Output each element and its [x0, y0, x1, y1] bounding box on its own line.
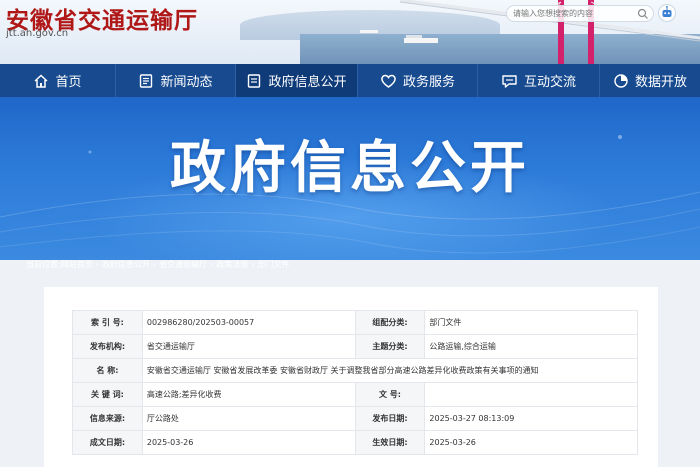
table-row: 信息来源: 厅公路处 发布日期: 2025-03-27 08:13:09 [72, 406, 638, 431]
label-index-no: 索 引 号: [72, 310, 143, 335]
nav-label: 政府信息公开 [268, 75, 347, 90]
table-row: 索 引 号: 002986280/202503-00057 组配分类: 部门文件 [72, 310, 638, 335]
breadcrumb-link-policy[interactable]: 政策法规 [216, 259, 248, 270]
main-nav: 首页 新闻动态 政府信息公开 政务服务 互动交流 数据开放 [0, 64, 700, 97]
value-publisher: 省交通运输厅 [141, 334, 356, 359]
breadcrumb-separator: › [152, 260, 157, 269]
chat-icon [502, 74, 517, 88]
value-topic: 公路运输,综合运输 [424, 334, 638, 359]
home-icon [34, 73, 48, 88]
table-row: 成文日期: 2025-03-26 生效日期: 2025-03-26 [72, 430, 638, 455]
label-source: 信息来源: [72, 406, 143, 431]
value-effective-date: 2025-03-26 [424, 430, 638, 455]
label-publish-date: 发布日期: [354, 406, 426, 431]
nav-label: 首页 [55, 75, 82, 90]
label-category: 组配分类: [354, 310, 426, 335]
chart-icon [614, 73, 628, 88]
nav-item-gov-services[interactable]: 政务服务 [358, 64, 478, 97]
table-row: 发布机构: 省交通运输厅 主题分类: 公路运输,综合运输 [72, 334, 638, 359]
breadcrumb-link-dept-docs[interactable]: 部门文件 [258, 259, 290, 270]
nav-label: 新闻动态 [160, 75, 213, 90]
nav-item-home[interactable]: 首页 [0, 64, 116, 97]
value-keywords: 高速公路;差异化收费 [141, 382, 356, 407]
label-keywords: 关 键 词: [72, 382, 143, 407]
site-header: 安徽省交通运输厅 jtt.ah.gov.cn [0, 0, 700, 64]
content-card: 索 引 号: 002986280/202503-00057 组配分类: 部门文件… [44, 287, 658, 467]
label-name: 名 称: [72, 358, 143, 383]
label-written-date: 成文日期: [72, 430, 143, 455]
breadcrumb-separator: › [210, 260, 214, 269]
search-input[interactable] [513, 7, 631, 20]
document-info-table: 索 引 号: 002986280/202503-00057 组配分类: 部门文件… [72, 310, 639, 455]
nav-item-news[interactable]: 新闻动态 [116, 64, 236, 97]
page-banner: 政府信息公开 [0, 97, 700, 260]
value-doc-number [424, 382, 638, 407]
label-doc-number: 文 号: [354, 382, 426, 407]
label-publisher: 发布机构: [72, 334, 143, 359]
breadcrumb-link-home[interactable]: 网站首页 [61, 259, 93, 270]
value-written-date: 2025-03-26 [141, 430, 356, 455]
value-index-no: 002986280/202503-00057 [141, 310, 356, 335]
nav-label: 互动交流 [523, 75, 576, 90]
breadcrumb-separator: › [251, 260, 255, 269]
value-category: 部门文件 [424, 310, 638, 335]
value-source: 厅公路处 [141, 406, 356, 431]
breadcrumb-separator: › [95, 260, 99, 269]
nav-label: 数据开放 [634, 75, 687, 90]
heart-icon [381, 74, 396, 88]
breadcrumb-link-department[interactable]: 省交通运输厅 [159, 259, 207, 270]
robot-assistant-icon[interactable] [658, 4, 676, 22]
banner-title: 政府信息公开 [170, 136, 530, 201]
nav-item-open-data[interactable]: 数据开放 [600, 64, 700, 97]
news-icon [140, 73, 153, 88]
nav-item-interaction[interactable]: 互动交流 [478, 64, 600, 97]
search-box[interactable] [506, 5, 654, 22]
nav-label: 政务服务 [402, 75, 455, 90]
nav-item-gov-info[interactable]: 政府信息公开 [236, 64, 358, 97]
value-name: 安徽省交通运输厅 安徽省发展改革委 安徽省财政厅 关于调整我省部分高速公路差异化… [141, 358, 639, 383]
breadcrumb-link-gov-info[interactable]: 政府信息公开 [102, 259, 150, 270]
breadcrumb-prefix: 当前位置: [26, 260, 61, 269]
label-topic: 主题分类: [354, 334, 426, 359]
table-row: 名 称: 安徽省交通运输厅 安徽省发展改革委 安徽省财政厅 关于调整我省部分高速… [72, 358, 639, 383]
table-row: 关 键 词: 高速公路;差异化收费 文 号: [72, 382, 638, 407]
value-publish-date: 2025-03-27 08:13:09 [424, 406, 638, 431]
site-url: jtt.ah.gov.cn [6, 28, 69, 39]
label-effective-date: 生效日期: [354, 430, 426, 455]
search-icon[interactable] [637, 8, 649, 20]
breadcrumb: 当前位置: 网站首页 › 政府信息公开 › 省交通运输厅 › 政策法规 › 部门… [26, 259, 290, 270]
document-icon [248, 73, 261, 88]
